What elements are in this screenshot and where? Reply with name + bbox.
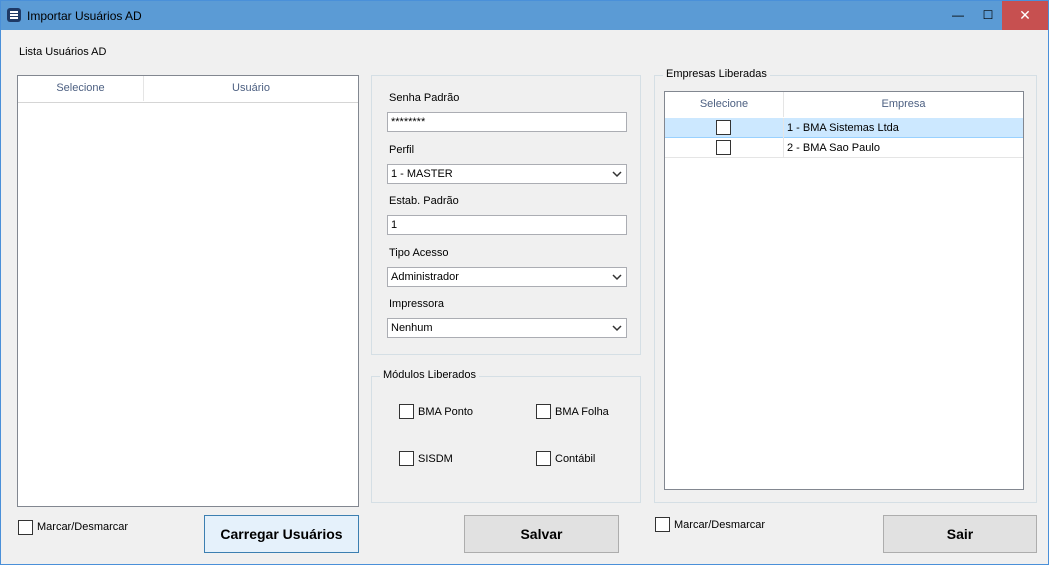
- module-bma-ponto-label: BMA Ponto: [418, 406, 474, 418]
- access-type-select[interactable]: Administrador: [387, 267, 627, 287]
- minimize-button[interactable]: —: [943, 1, 973, 30]
- load-users-button[interactable]: Carregar Usuários: [204, 515, 359, 553]
- chevron-down-icon: [612, 325, 622, 332]
- password-field[interactable]: ********: [387, 112, 627, 132]
- module-contabil-label: Contábil: [555, 453, 596, 465]
- maximize-button[interactable]: ☐: [973, 1, 1003, 30]
- ad-users-toggle-label: Marcar/Desmarcar: [37, 521, 129, 533]
- access-type-value: Administrador: [391, 271, 459, 283]
- module-bma-folha-label: BMA Folha: [555, 406, 609, 418]
- row-checkbox[interactable]: [716, 140, 731, 155]
- ad-users-grid-header: Selecione Usuário: [18, 76, 358, 103]
- app-icon: [7, 8, 21, 22]
- ad-users-list-title: Lista Usuários AD: [19, 46, 107, 58]
- company-name-cell: 2 - BMA Sao Paulo: [787, 142, 880, 154]
- module-contabil-checkbox[interactable]: [536, 451, 551, 466]
- save-button[interactable]: Salvar: [464, 515, 619, 553]
- table-row[interactable]: 2 - BMA Sao Paulo: [665, 138, 1023, 158]
- column-header-company[interactable]: Empresa: [784, 92, 1023, 117]
- printer-label: Impressora: [389, 298, 445, 310]
- close-button[interactable]: ✕: [1002, 1, 1048, 30]
- ad-users-grid[interactable]: Selecione Usuário: [17, 75, 359, 507]
- title-bar[interactable]: Importar Usuários AD — ☐ ✕: [1, 1, 1048, 30]
- profile-select[interactable]: 1 - MASTER: [387, 164, 627, 184]
- minimize-icon: —: [952, 8, 964, 22]
- profile-value: 1 - MASTER: [391, 168, 453, 180]
- modules-panel: Módulos Liberados: [371, 369, 641, 503]
- printer-value: Nenhum: [391, 322, 433, 334]
- module-bma-folha-checkbox[interactable]: [536, 404, 551, 419]
- access-type-label: Tipo Acesso: [389, 247, 449, 259]
- companies-grid[interactable]: Selecione Empresa 1 - BMA Sistemas Ltda …: [664, 91, 1024, 490]
- table-row[interactable]: 1 - BMA Sistemas Ltda: [665, 118, 1023, 138]
- column-header-user[interactable]: Usuário: [144, 76, 358, 101]
- chevron-down-icon: [612, 274, 622, 281]
- column-header-select[interactable]: Selecione: [665, 92, 784, 117]
- row-select-cell: [665, 118, 784, 138]
- row-select-cell: [665, 138, 784, 158]
- exit-button[interactable]: Sair: [883, 515, 1037, 553]
- module-sisdm-checkbox[interactable]: [399, 451, 414, 466]
- window-title: Importar Usuários AD: [27, 9, 142, 23]
- row-checkbox[interactable]: [716, 120, 731, 135]
- password-label: Senha Padrão: [389, 92, 460, 104]
- import-ad-users-window: Importar Usuários AD — ☐ ✕ Lista Usuário…: [0, 0, 1049, 565]
- maximize-icon: ☐: [982, 8, 994, 22]
- modules-legend: Módulos Liberados: [380, 369, 479, 381]
- companies-toggle-label: Marcar/Desmarcar: [674, 519, 766, 531]
- companies-legend: Empresas Liberadas: [663, 68, 770, 80]
- printer-select[interactable]: Nenhum: [387, 318, 627, 338]
- company-name-cell: 1 - BMA Sistemas Ltda: [787, 122, 899, 134]
- companies-toggle-checkbox[interactable]: [655, 517, 670, 532]
- estab-label: Estab. Padrão: [389, 195, 459, 207]
- close-icon: ✕: [1019, 7, 1031, 23]
- estab-field[interactable]: 1: [387, 215, 627, 235]
- companies-grid-header: Selecione Empresa: [665, 92, 1023, 119]
- column-header-select[interactable]: Selecione: [18, 76, 144, 101]
- profile-label: Perfil: [389, 144, 415, 156]
- chevron-down-icon: [612, 171, 622, 178]
- module-sisdm-label: SISDM: [418, 453, 453, 465]
- module-bma-ponto-checkbox[interactable]: [399, 404, 414, 419]
- ad-users-toggle-checkbox[interactable]: [18, 520, 33, 535]
